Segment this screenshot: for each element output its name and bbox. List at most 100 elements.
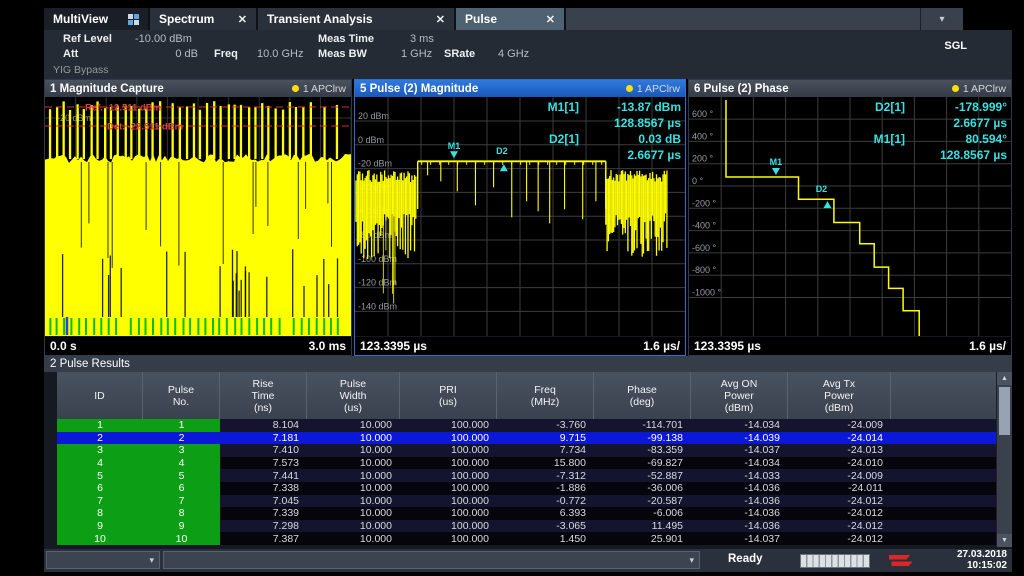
tab-pulse[interactable]: Pulse ✕: [456, 8, 564, 30]
meas-time-label[interactable]: Meas Time: [318, 33, 374, 45]
tab-transient-analysis[interactable]: Transient Analysis ✕: [258, 8, 454, 30]
chevron-down-icon: ▾: [689, 555, 694, 566]
ref-level-value[interactable]: -10.00 dBm: [135, 33, 192, 45]
value-cell: -7.312: [497, 469, 594, 482]
close-icon[interactable]: ✕: [436, 13, 445, 26]
srate-label[interactable]: SRate: [444, 48, 475, 60]
table-row[interactable]: 997.29810.000100.000-3.06511.495-14.036-…: [57, 520, 996, 533]
date: 27.03.2018: [957, 550, 1007, 561]
value-cell: 10.000: [307, 520, 400, 533]
ref-level-label[interactable]: Ref Level: [63, 33, 112, 45]
value-cell: 10.000: [307, 419, 400, 432]
value-cell: 7.339: [220, 507, 307, 520]
value-cell: 7.387: [220, 532, 307, 545]
column-header[interactable]: PulseWidth(us): [307, 372, 400, 419]
panel-header[interactable]: 1 Magnitude Capture 1 APClrw: [45, 80, 351, 97]
value-cell: 1.450: [497, 532, 594, 545]
svg-text:-140 dBm: -140 dBm: [358, 301, 397, 311]
status-dropdown-left[interactable]: ▾: [46, 551, 160, 569]
scroll-up-icon[interactable]: ▲: [997, 372, 1012, 385]
att-label[interactable]: Att: [63, 48, 78, 60]
meas-bw-value[interactable]: 1 GHz: [401, 48, 432, 60]
id-cell: 6: [143, 482, 220, 495]
table-row[interactable]: 777.04510.000100.000-0.772-20.587-14.036…: [57, 495, 996, 508]
value-cell: 11.495: [594, 520, 691, 533]
value-cell: 10.000: [307, 482, 400, 495]
id-cell: 10: [143, 532, 220, 545]
window-pulse-phase[interactable]: 6 Pulse (2) Phase 1 APClrw 600 °400 °200…: [688, 79, 1012, 356]
table-body: 118.10410.000100.000-3.760-114.701-14.03…: [57, 419, 996, 545]
column-header[interactable]: PRI(us): [400, 372, 497, 419]
freq-label[interactable]: Freq: [214, 48, 238, 60]
table-row[interactable]: 118.10410.000100.000-3.760-114.701-14.03…: [57, 419, 996, 432]
table-row[interactable]: 337.41010.000100.0007.734-83.359-14.037-…: [57, 444, 996, 457]
phase-x-axis: 123.3395 µs 1.6 µs/: [689, 336, 1011, 355]
id-cell: 6: [57, 482, 143, 495]
table-row[interactable]: 447.57310.000100.00015.800-69.827-14.034…: [57, 457, 996, 470]
multiview-grid-icon: [128, 14, 139, 25]
value-cell: -24.014: [788, 432, 891, 445]
progress-bar: [800, 554, 870, 568]
column-header[interactable]: RiseTime(ns): [220, 372, 307, 419]
time: 10:15:02: [957, 561, 1007, 572]
marker-name: [874, 148, 905, 163]
id-cell: 1: [143, 419, 220, 432]
table-row[interactable]: 667.33810.000100.000-1.886-36.006-14.036…: [57, 482, 996, 495]
table-title[interactable]: 2 Pulse Results: [44, 356, 1012, 372]
close-icon[interactable]: ✕: [238, 13, 247, 26]
yig-bypass-label: YIG Bypass: [53, 64, 108, 76]
x-axis-start: 0.0 s: [50, 339, 77, 353]
scroll-down-icon[interactable]: ▼: [997, 534, 1012, 547]
meas-time-value[interactable]: 3 ms: [410, 33, 434, 45]
value-cell: -6.006: [594, 507, 691, 520]
phase-chart[interactable]: 600 °400 °200 °0 °-200 °-400 °-600 °-800…: [689, 97, 1011, 336]
row-filler: [891, 444, 996, 457]
svg-text:-800 °: -800 °: [692, 265, 717, 275]
chevron-down-icon: ▾: [149, 555, 154, 566]
marker-value: 2.6677 µs: [915, 116, 1007, 131]
analyzer-screen: MultiView Spectrum ✕ Transient Analysis …: [0, 0, 1024, 576]
srate-value[interactable]: 4 GHz: [498, 48, 529, 60]
table-row[interactable]: 557.44110.000100.000-7.312-52.887-14.033…: [57, 469, 996, 482]
freq-value[interactable]: 10.0 GHz: [257, 48, 303, 60]
column-header[interactable]: Freq(MHz): [497, 372, 594, 419]
table-row[interactable]: 10107.38710.000100.0001.45025.901-14.037…: [57, 532, 996, 545]
close-icon[interactable]: ✕: [546, 13, 555, 26]
magnitude-chart[interactable]: 20 dBm0 dBm-20 dBm-40 dBm-60 dBm-80 dBm-…: [355, 97, 685, 336]
value-cell: -3.760: [497, 419, 594, 432]
scrollbar-thumb[interactable]: [999, 387, 1010, 435]
column-header[interactable]: ID: [57, 372, 143, 419]
table-row[interactable]: 227.18110.000100.0009.715-99.138-14.039-…: [57, 432, 996, 445]
table-scrollbar[interactable]: ▲ ▼: [996, 372, 1012, 547]
column-header[interactable]: Avg TxPower(dBm): [788, 372, 891, 419]
svg-text:0 dBm: 0 dBm: [358, 135, 384, 145]
panel-header[interactable]: 6 Pulse (2) Phase 1 APClrw: [689, 80, 1011, 97]
tab-spectrum[interactable]: Spectrum ✕: [150, 8, 256, 30]
chevron-down-icon[interactable]: ▾: [920, 8, 963, 30]
id-cell: 5: [143, 469, 220, 482]
tab-multiview[interactable]: MultiView: [44, 8, 148, 30]
ready-status: Ready: [728, 553, 763, 565]
status-dropdown-message[interactable]: ▾: [163, 551, 700, 569]
value-cell: -14.036: [691, 520, 788, 533]
trace-color-dot: [292, 85, 299, 92]
svg-text:D2: D2: [816, 184, 828, 194]
marker-value: 128.8567 µs: [915, 148, 1007, 163]
panel-header[interactable]: 5 Pulse (2) Magnitude 1 APClrw: [355, 80, 685, 97]
window-pulse-magnitude[interactable]: 5 Pulse (2) Magnitude 1 APClrw 20 dBm0 d…: [354, 79, 686, 356]
meas-bw-label[interactable]: Meas BW: [318, 48, 367, 60]
id-cell: 2: [57, 432, 143, 445]
value-cell: 7.181: [220, 432, 307, 445]
value-cell: -14.034: [691, 457, 788, 470]
column-header[interactable]: PulseNo.: [143, 372, 220, 419]
value-cell: -114.701: [594, 419, 691, 432]
window-magnitude-capture[interactable]: 1 Magnitude Capture 1 APClrw -20 dBmRef.…: [44, 79, 352, 356]
capture-chart[interactable]: -20 dBmRef. -12.511 dBmDet. -22.511 dBm: [45, 97, 351, 336]
pulse-results-window: 2 Pulse Results IDPulseNo.RiseTime(ns)Pu…: [44, 356, 1012, 549]
att-value[interactable]: 0 dB: [164, 48, 198, 60]
column-header[interactable]: Avg ONPower(dBm): [691, 372, 788, 419]
column-header[interactable]: Phase(deg): [594, 372, 691, 419]
value-cell: 100.000: [400, 457, 497, 470]
table-row[interactable]: 887.33910.000100.0006.393-6.006-14.036-2…: [57, 507, 996, 520]
value-cell: 7.410: [220, 444, 307, 457]
